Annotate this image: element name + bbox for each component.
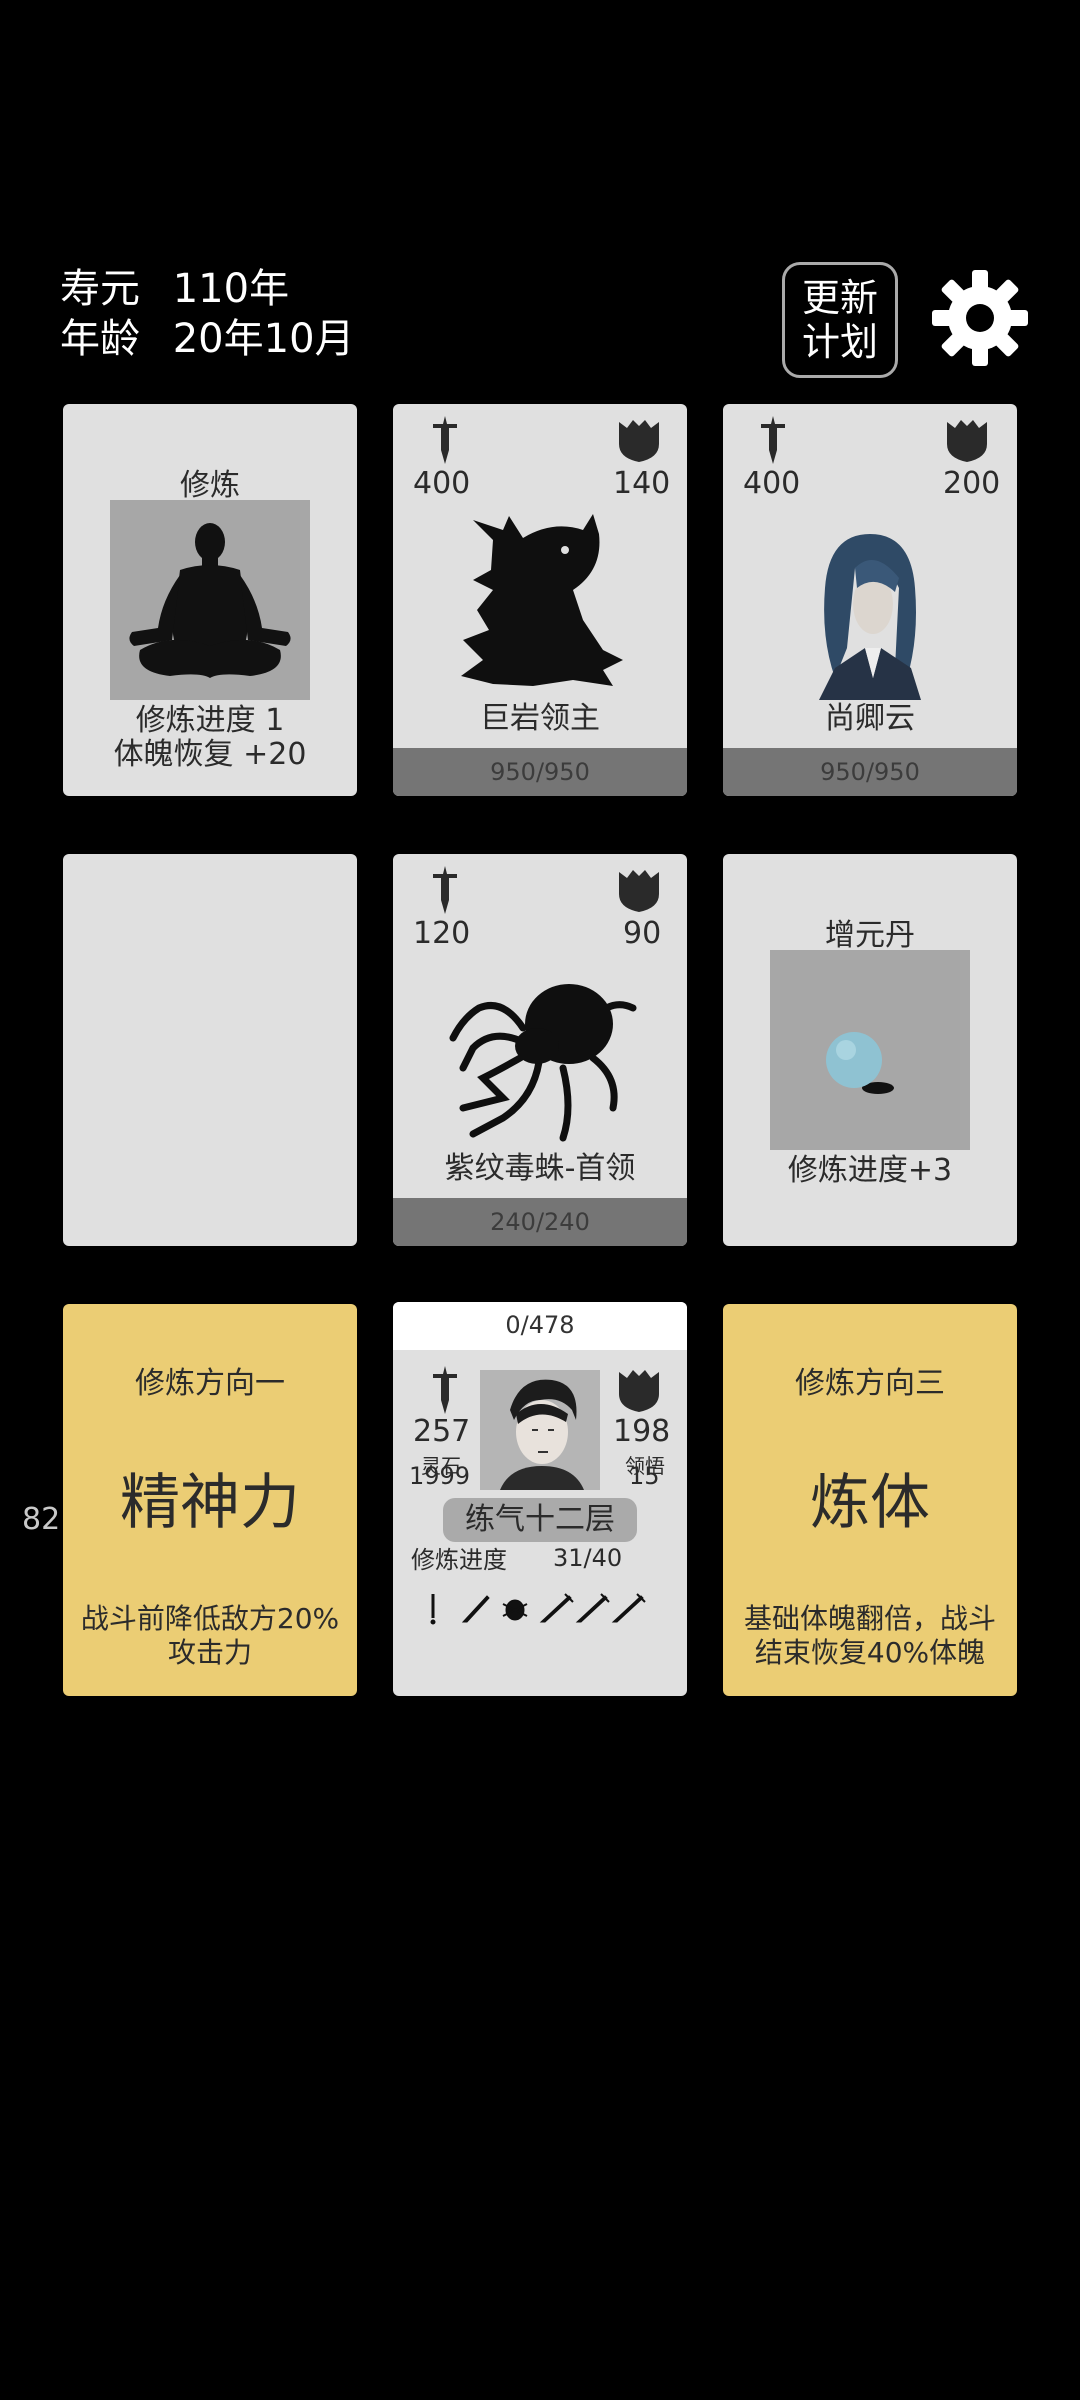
- enemy-name: 紫纹毒蛛-首领: [444, 1151, 636, 1186]
- update-plan-label-2: 计划: [801, 320, 878, 364]
- insight-value: 15: [629, 1462, 660, 1490]
- enemy-card-purple-spider-leader[interactable]: 120 90 紫纹毒蛛-首领 240/240: [393, 854, 687, 1246]
- update-plan-label-1: 更新: [801, 276, 878, 320]
- sword-small-icon: [539, 1593, 574, 1623]
- cultivate-card[interactable]: 修炼 修炼进度 1 体魄恢复 +20: [63, 404, 357, 796]
- direction-desc-2: 攻击力: [167, 1636, 252, 1669]
- lifespan-line: 寿元 110年: [60, 264, 289, 314]
- dagger-icon: [430, 1594, 436, 1625]
- sword-small-icon: [575, 1593, 610, 1623]
- empty-card[interactable]: [63, 854, 357, 1246]
- age-value: 20年10月: [172, 316, 355, 362]
- beetle-icon: [502, 1599, 528, 1621]
- direction-desc-1: 基础体魄翻倍，战斗: [743, 1602, 996, 1635]
- direction-title: 修炼方向三: [795, 1366, 945, 1401]
- defense-value: 200: [943, 466, 1001, 501]
- player-avatar: [480, 1370, 600, 1490]
- player-portrait-icon: [500, 1379, 584, 1490]
- direction-card-3[interactable]: 修炼方向三 炼体 基础体魄翻倍，战斗 结束恢复40%体魄: [723, 1304, 1017, 1696]
- sword-small-icon: [611, 1593, 646, 1623]
- hp-bar: 950/950: [393, 748, 687, 796]
- shield-icon: [947, 420, 987, 462]
- direction-title: 修炼方向一: [135, 1366, 285, 1401]
- npc-card-shang-qingyun[interactable]: 400 200 尚卿云 950/950: [723, 404, 1017, 796]
- pill-image: [770, 950, 970, 1150]
- direction-main: 精神力: [120, 1468, 300, 1538]
- shield-icon: [619, 870, 659, 912]
- progress-label: 修炼进度: [411, 1546, 507, 1574]
- age-label: 年龄: [60, 316, 140, 362]
- direction-desc-1: 战斗前降低敌方20%: [80, 1602, 340, 1635]
- sword-icon: [761, 416, 785, 464]
- swordsman-portrait-icon: [819, 534, 921, 700]
- exp-bar: 0/478: [393, 1302, 687, 1350]
- enemy-card-giant-rock-lord[interactable]: 400 140 巨岩领主 950/950: [393, 404, 687, 796]
- attack-value: 257: [413, 1414, 471, 1449]
- meditation-silhouette-icon: [129, 523, 291, 678]
- shield-icon: [619, 420, 659, 462]
- direction-desc-2: 结束恢复40%体魄: [754, 1636, 986, 1669]
- sword-icon: [433, 1366, 457, 1414]
- blade-icon: [461, 1595, 490, 1623]
- defense-value: 90: [623, 916, 662, 951]
- player-card[interactable]: 0/478 257 灵石 1999 198 领悟 15 练气十二层 修炼进度 3…: [393, 1302, 687, 1696]
- update-plan-button[interactable]: 更新 计划: [782, 262, 898, 378]
- defense-value: 198: [613, 1414, 671, 1449]
- enemy-name: 巨岩领主: [480, 701, 600, 736]
- defense-value: 140: [613, 466, 671, 501]
- hp-bar: 240/240: [393, 1198, 687, 1246]
- spirit-stone-value: 1999: [409, 1462, 471, 1490]
- cultivate-progress-text: 修炼进度 1: [135, 703, 285, 738]
- attack-value: 400: [743, 466, 801, 501]
- equipment-row: [430, 1593, 646, 1625]
- attack-value: 120: [413, 916, 471, 951]
- item-card-pill[interactable]: 增元丹 修炼进度+3: [723, 854, 1017, 1246]
- gear-icon[interactable]: [930, 268, 1030, 368]
- age-line: 年龄 20年10月: [60, 314, 355, 364]
- body-recovery-text: 体魄恢复 +20: [113, 737, 307, 772]
- spider-silhouette-icon: [449, 984, 637, 1142]
- cultivate-title: 修炼: [180, 468, 240, 503]
- lifespan-value: 110年: [172, 266, 290, 312]
- direction-main: 炼体: [810, 1468, 930, 1538]
- realm-badge: 练气十二层: [443, 1498, 637, 1542]
- pill-title: 增元丹: [825, 918, 915, 953]
- pill-effect: 修炼进度+3: [787, 1153, 953, 1188]
- hp-bar: 950/950: [723, 748, 1017, 796]
- side-number: 82: [22, 1502, 61, 1537]
- rock-monster-silhouette-icon: [461, 514, 623, 686]
- direction-card-1[interactable]: 修炼方向一 精神力 战斗前降低敌方20% 攻击力: [63, 1304, 357, 1696]
- pill-icon: [826, 1032, 894, 1094]
- lifespan-label: 寿元: [60, 266, 140, 312]
- sword-icon: [433, 866, 457, 914]
- shield-icon: [619, 1370, 659, 1412]
- progress-value: 31/40: [553, 1544, 623, 1572]
- meditation-image: [110, 500, 310, 700]
- attack-value: 400: [413, 466, 471, 501]
- npc-name: 尚卿云: [825, 701, 915, 736]
- sword-icon: [433, 416, 457, 464]
